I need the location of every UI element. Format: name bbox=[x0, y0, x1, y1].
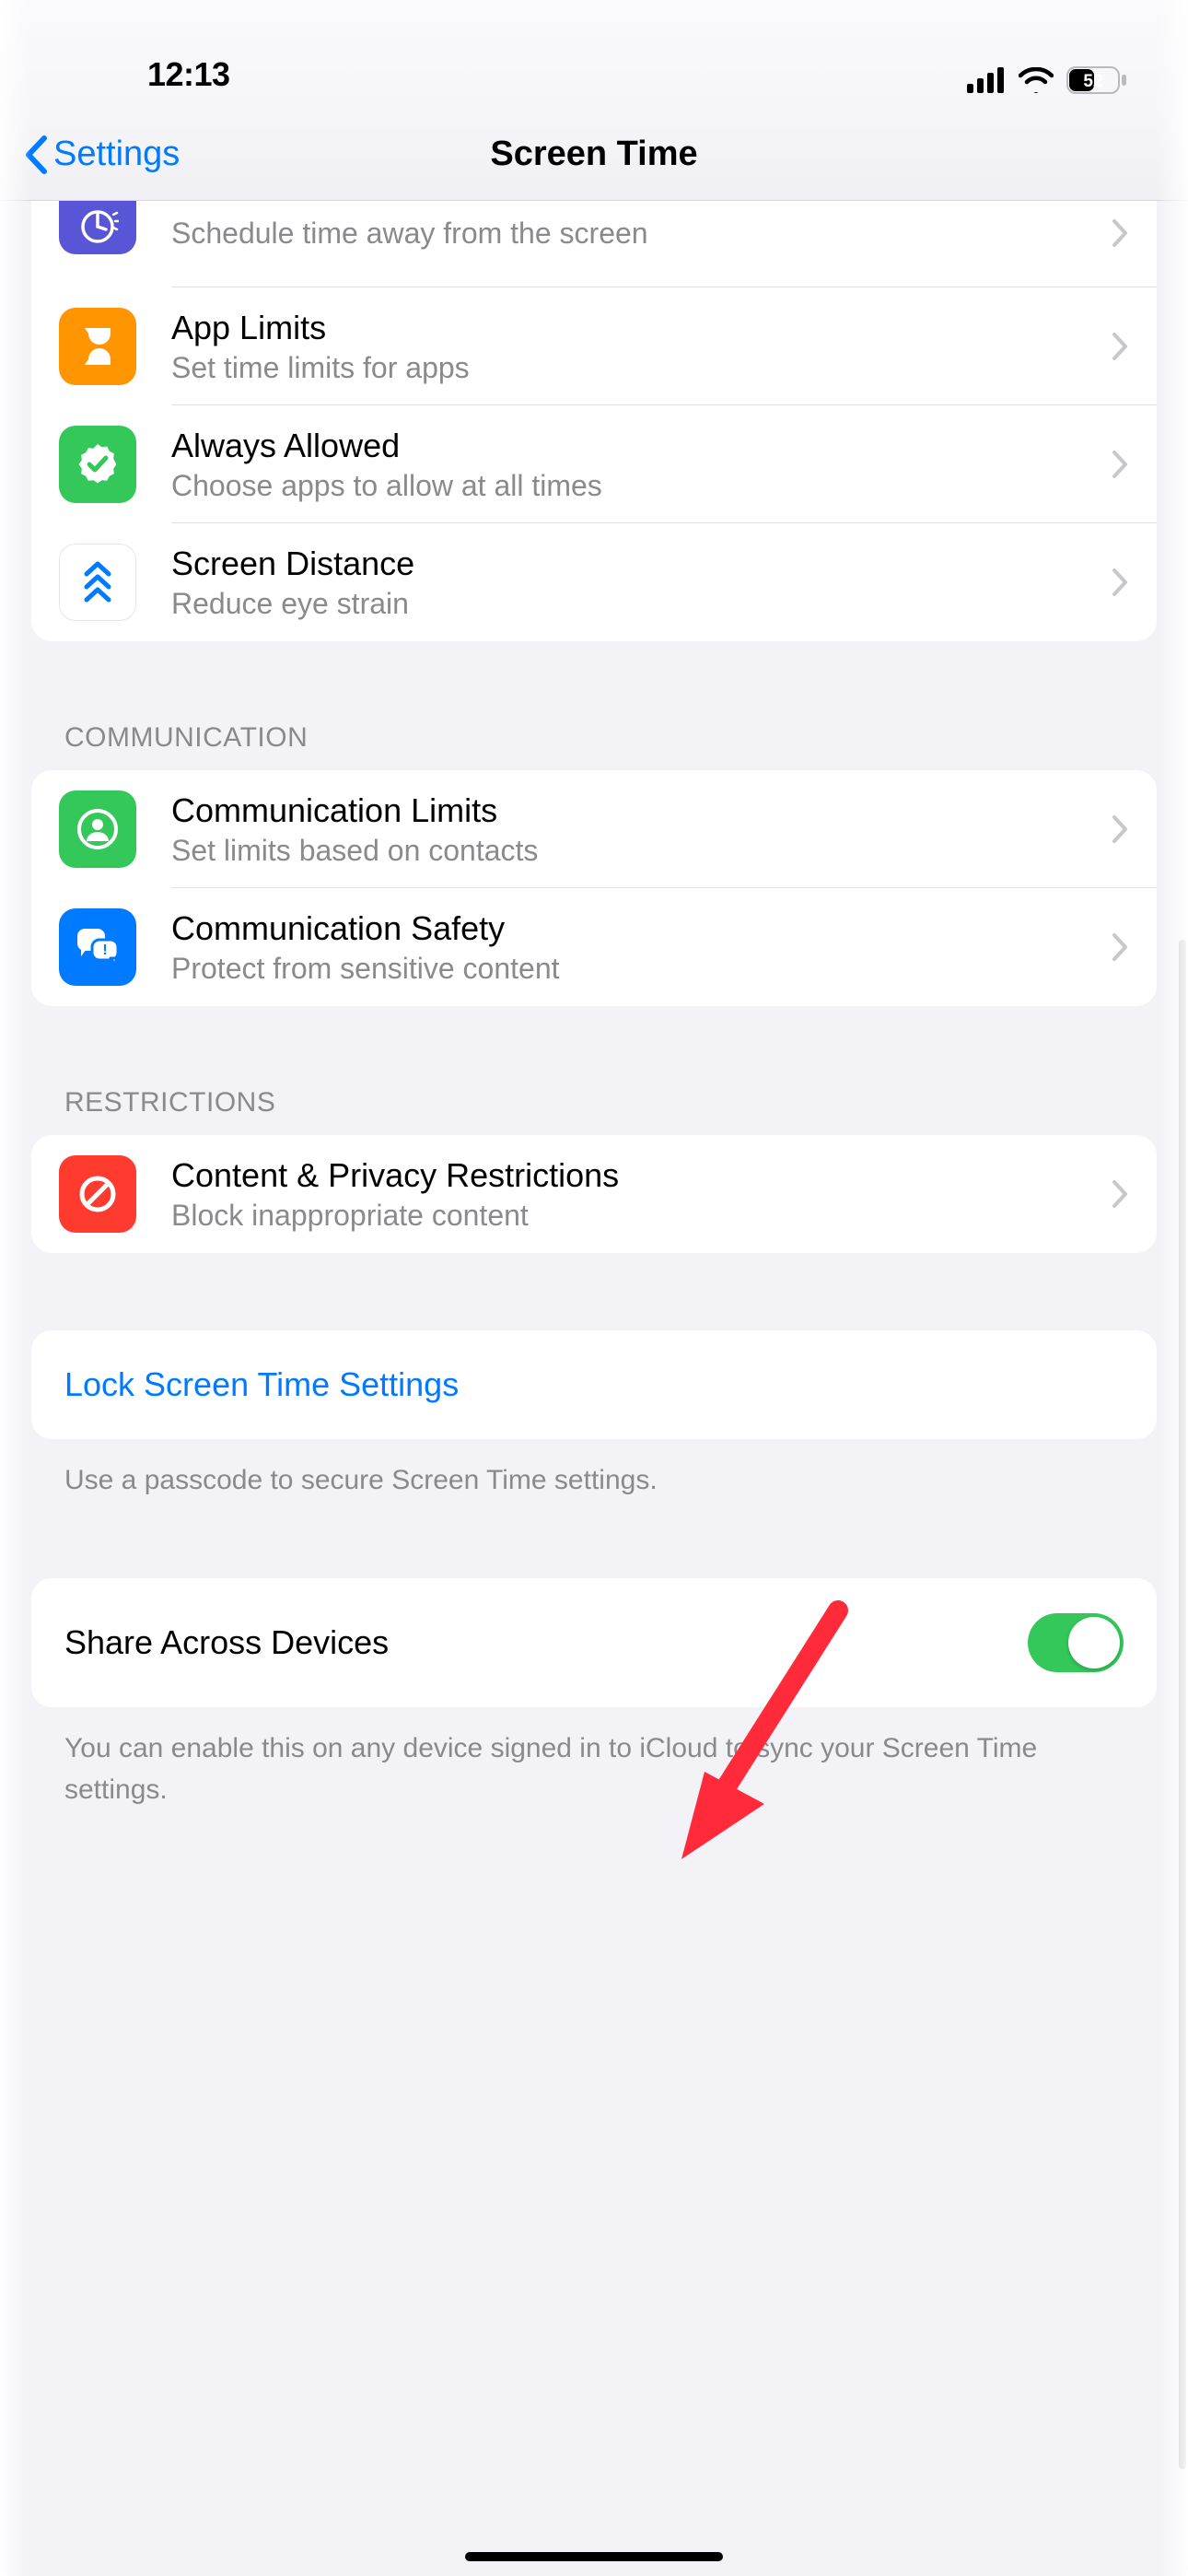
status-right-cluster: 52 bbox=[967, 66, 1133, 94]
group-communication: Communication Limits Set limits based on… bbox=[31, 770, 1157, 1006]
content-privacy-title: Content & Privacy Restrictions bbox=[171, 1156, 1077, 1195]
no-entry-icon bbox=[59, 1155, 136, 1233]
chevron-right-icon bbox=[1112, 219, 1129, 247]
group-restrictions: Content & Privacy Restrictions Block ina… bbox=[31, 1135, 1157, 1253]
hourglass-icon bbox=[59, 308, 136, 385]
chevron-right-icon bbox=[1112, 1180, 1129, 1208]
row-share-across-devices[interactable]: Share Across Devices bbox=[31, 1578, 1157, 1707]
row-always-allowed[interactable]: Always Allowed Choose apps to allow at a… bbox=[31, 405, 1157, 523]
communication-safety-subtitle: Protect from sensitive content bbox=[171, 952, 1077, 986]
section-header-communication: COMMUNICATION bbox=[31, 722, 1157, 770]
row-app-limits[interactable]: App Limits Set time limits for apps bbox=[31, 287, 1157, 405]
share-across-devices-label: Share Across Devices bbox=[64, 1623, 389, 1662]
chevron-right-icon bbox=[1112, 333, 1129, 360]
battery-icon: 52 bbox=[1066, 66, 1127, 94]
content-privacy-subtitle: Block inappropriate content bbox=[171, 1199, 1077, 1233]
page-title: Screen Time bbox=[490, 135, 697, 174]
screen-distance-subtitle: Reduce eye strain bbox=[171, 587, 1077, 621]
person-circle-icon bbox=[59, 790, 136, 868]
back-label: Settings bbox=[53, 135, 180, 174]
row-downtime[interactable]: Schedule time away from the screen bbox=[31, 201, 1157, 287]
chevron-right-icon bbox=[1112, 568, 1129, 596]
switch-knob bbox=[1068, 1617, 1120, 1669]
chevron-left-icon bbox=[24, 135, 48, 174]
downtime-icon bbox=[59, 201, 136, 254]
screen-distance-icon bbox=[59, 544, 136, 621]
screen-distance-title: Screen Distance bbox=[171, 544, 1077, 583]
chat-bubbles-icon: ! bbox=[59, 908, 136, 986]
wifi-icon bbox=[1019, 67, 1054, 93]
app-limits-subtitle: Set time limits for apps bbox=[171, 351, 1077, 385]
lock-screen-time-button[interactable]: Lock Screen Time Settings bbox=[31, 1330, 1157, 1439]
always-allowed-title: Always Allowed bbox=[171, 427, 1077, 465]
app-limits-title: App Limits bbox=[171, 309, 1077, 347]
row-communication-limits[interactable]: Communication Limits Set limits based on… bbox=[31, 770, 1157, 888]
downtime-subtitle: Schedule time away from the screen bbox=[171, 217, 1077, 251]
chevron-right-icon bbox=[1112, 933, 1129, 961]
communication-limits-subtitle: Set limits based on contacts bbox=[171, 834, 1077, 868]
communication-limits-title: Communication Limits bbox=[171, 791, 1077, 830]
share-toggle-switch[interactable] bbox=[1028, 1613, 1124, 1672]
share-footer-text: You can enable this on any device signed… bbox=[31, 1707, 1157, 1810]
cellular-icon bbox=[967, 67, 1006, 93]
svg-text:52: 52 bbox=[1083, 72, 1102, 91]
section-header-restrictions: RESTRICTIONS bbox=[31, 1087, 1157, 1135]
chevron-right-icon bbox=[1112, 815, 1129, 843]
chevron-right-icon bbox=[1112, 451, 1129, 478]
home-indicator bbox=[465, 2552, 723, 2561]
row-content-privacy-restrictions[interactable]: Content & Privacy Restrictions Block ina… bbox=[31, 1135, 1157, 1253]
back-button[interactable]: Settings bbox=[24, 135, 180, 174]
svg-text:!: ! bbox=[102, 943, 107, 958]
scroll-indicator bbox=[1179, 940, 1186, 2469]
always-allowed-subtitle: Choose apps to allow at all times bbox=[171, 469, 1077, 503]
group-limits: Schedule time away from the screen App L… bbox=[31, 201, 1157, 641]
row-screen-distance[interactable]: Screen Distance Reduce eye strain bbox=[31, 523, 1157, 641]
nav-bar: Settings Screen Time bbox=[0, 109, 1188, 201]
status-time: 12:13 bbox=[55, 55, 230, 94]
checkmark-seal-icon bbox=[59, 426, 136, 503]
content-scroll[interactable]: Schedule time away from the screen App L… bbox=[0, 201, 1188, 2576]
status-bar: 12:13 52 bbox=[0, 0, 1188, 109]
lock-footer-text: Use a passcode to secure Screen Time set… bbox=[31, 1439, 1157, 1501]
communication-safety-title: Communication Safety bbox=[171, 909, 1077, 948]
row-communication-safety[interactable]: ! Communication Safety Protect from sens… bbox=[31, 888, 1157, 1006]
